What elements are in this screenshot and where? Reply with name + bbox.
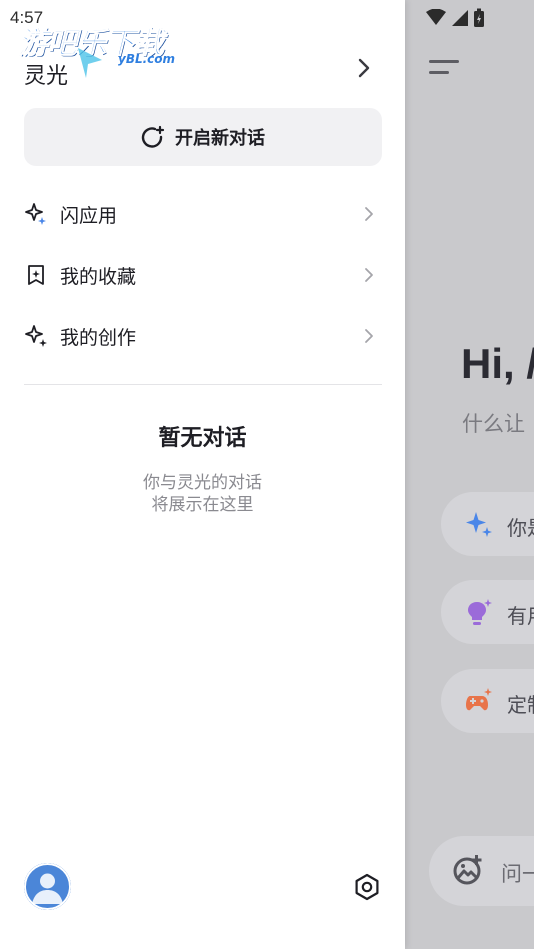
greeting-subtitle: 什么让 — [462, 412, 525, 436]
suggestion-chip[interactable]: 你是 — [441, 492, 534, 556]
empty-state-title: 暂无对话 — [158, 426, 247, 451]
new-chat-label: 开启新对话 — [175, 128, 265, 148]
new-chat-icon — [141, 125, 165, 148]
sparkle-app-icon — [25, 203, 46, 225]
battery-icon — [474, 8, 484, 27]
main-screen-dimmed: Hi, / 什么让 你是 有用 定制 问一 — [405, 0, 534, 949]
chevron-right-icon — [365, 207, 373, 221]
blue-sparkle-icon — [466, 512, 492, 537]
chevron-right-icon — [365, 329, 373, 343]
chevron-right-icon — [365, 268, 373, 282]
chevron-right-icon[interactable] — [352, 56, 376, 80]
user-avatar-icon — [24, 863, 71, 910]
navigation-drawer: 4:57 灵光 游吧乐下载 yBL.com 开启新对话 闪应用 我的收藏 我的创… — [0, 0, 405, 949]
suggestion-chip[interactable]: 定制 — [441, 669, 534, 733]
nav-item-label: 我的创作 — [60, 326, 137, 349]
watermark-logo: 游吧乐下载 yBL.com — [16, 16, 191, 80]
nav-item-favorites[interactable]: 我的收藏 — [24, 250, 382, 300]
nav-item-label: 闪应用 — [60, 204, 118, 227]
greeting: Hi, / — [461, 340, 534, 387]
creation-sparkle-icon — [25, 325, 47, 347]
ask-input[interactable]: 问一 — [429, 836, 534, 906]
signal-icon — [452, 10, 468, 26]
game-controller-icon — [466, 688, 492, 711]
image-sparkle-icon — [453, 855, 482, 885]
divider — [24, 384, 382, 385]
suggestion-chip[interactable]: 有用 — [441, 580, 534, 644]
chip-label: 定制 — [507, 693, 534, 717]
chip-label: 你是 — [507, 516, 534, 540]
empty-state-description: 你与灵光的对话 将展示在这里 — [0, 472, 405, 516]
settings-icon[interactable] — [352, 872, 382, 902]
empty-desc-line: 你与灵光的对话 — [143, 473, 262, 493]
wifi-icon — [426, 9, 446, 25]
chip-label: 有用 — [507, 604, 534, 628]
empty-desc-line: 将展示在这里 — [151, 495, 254, 515]
new-chat-button[interactable]: 开启新对话 — [24, 108, 382, 166]
nav-item-label: 我的收藏 — [60, 265, 137, 288]
nav-item-flash-apps[interactable]: 闪应用 — [24, 189, 382, 239]
status-icons — [425, 8, 485, 28]
menu-icon[interactable] — [429, 58, 461, 82]
bookmark-icon — [28, 265, 44, 285]
nav-item-creations[interactable]: 我的创作 — [24, 311, 382, 361]
avatar[interactable] — [24, 863, 71, 910]
lightbulb-icon — [468, 599, 492, 625]
ask-placeholder: 问一 — [501, 862, 534, 886]
